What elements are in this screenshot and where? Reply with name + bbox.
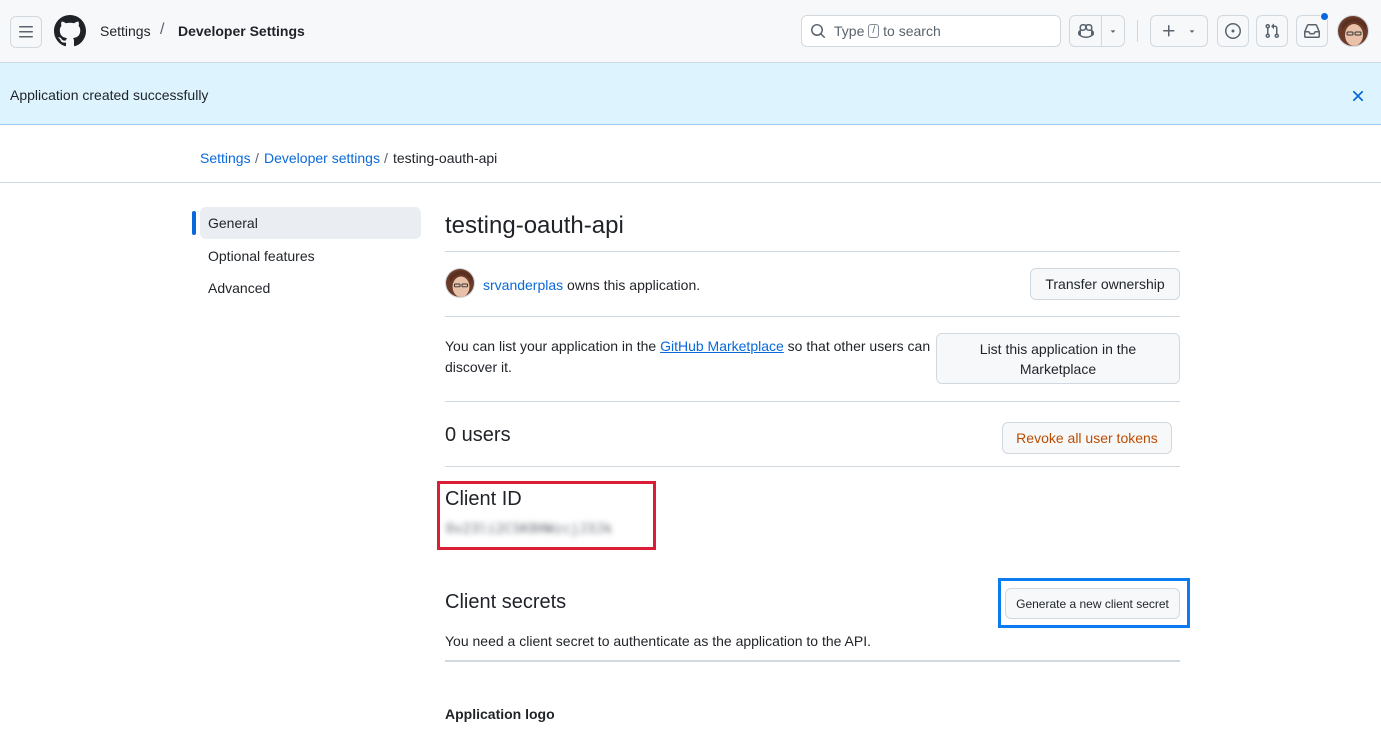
x-icon[interactable] <box>1349 87 1367 105</box>
page-title: testing-oauth-api <box>445 212 624 239</box>
search-placeholder-suffix: to search <box>883 23 941 39</box>
flash-message: Application created successfully <box>10 87 209 103</box>
sidebar-item-general[interactable]: General <box>200 207 421 239</box>
issues-icon <box>1225 23 1241 39</box>
avatar[interactable] <box>1337 15 1369 47</box>
marketplace-link[interactable]: GitHub Marketplace <box>660 338 784 354</box>
client-secrets-description: You need a client secret to authenticate… <box>445 633 872 649</box>
plus-icon <box>1163 25 1175 37</box>
sidebar-item-advanced[interactable]: Advanced <box>200 272 421 304</box>
divider <box>445 316 1180 317</box>
chevron-down-icon <box>1189 30 1195 33</box>
owner-link[interactable]: srvanderplas <box>483 277 563 293</box>
search-placeholder-prefix: Type <box>834 23 865 39</box>
github-logo[interactable] <box>54 15 86 47</box>
header-breadcrumb-separator: / <box>160 21 165 38</box>
menu-button[interactable] <box>10 16 42 48</box>
header-breadcrumb-current[interactable]: Developer Settings <box>178 23 305 39</box>
notification-indicator <box>1320 12 1329 21</box>
header-divider <box>1137 20 1138 42</box>
pull-request-icon <box>1265 23 1280 39</box>
copilot-button[interactable] <box>1070 16 1103 46</box>
owner-avatar-image <box>446 269 474 297</box>
create-new-button[interactable] <box>1150 15 1208 47</box>
sidebar-item-label: General <box>208 215 258 231</box>
user-avatar-image <box>1338 16 1368 46</box>
flash-banner: Application created successfully <box>0 63 1381 125</box>
chevron-down-icon <box>1110 30 1116 33</box>
owner-avatar[interactable] <box>445 268 475 298</box>
sidebar-active-marker <box>192 211 196 235</box>
client-secrets-title: Client secrets <box>445 591 567 613</box>
breadcrumb-developer-settings[interactable]: Developer settings <box>264 150 380 166</box>
highlight-box-generate-secret <box>998 578 1190 628</box>
inbox-icon <box>1304 24 1320 38</box>
breadcrumb-current: testing-oauth-api <box>393 150 498 166</box>
transfer-ownership-button[interactable]: Transfer ownership <box>1030 268 1180 300</box>
issues-button[interactable] <box>1217 15 1249 47</box>
sidebar-item-label: Advanced <box>208 280 271 296</box>
highlight-box-client-id <box>437 481 656 550</box>
list-in-marketplace-button[interactable]: List this application in the Marketplace <box>936 333 1180 384</box>
users-count: 0 users <box>445 424 511 446</box>
divider <box>445 660 1180 662</box>
menu-icon <box>19 26 33 38</box>
owner-suffix: owns this application. <box>563 277 701 293</box>
breadcrumb-separator: / <box>255 150 259 166</box>
copilot-button-group <box>1069 15 1125 47</box>
revoke-tokens-button[interactable]: Revoke all user tokens <box>1002 422 1172 454</box>
copilot-icon <box>1077 23 1094 39</box>
divider <box>445 251 1180 252</box>
breadcrumb-settings[interactable]: Settings <box>200 150 251 166</box>
marketplace-prefix: You can list your application in the <box>445 338 661 354</box>
top-header: Settings / Developer Settings Type / to … <box>0 0 1381 63</box>
breadcrumb-separator: / <box>384 150 388 166</box>
pull-requests-button[interactable] <box>1256 15 1288 47</box>
marketplace-description: You can list your application in the Git… <box>445 336 935 378</box>
search-icon <box>811 24 826 39</box>
header-breadcrumb-settings[interactable]: Settings <box>100 23 151 39</box>
application-logo-label: Application logo <box>445 706 555 722</box>
divider <box>445 466 1180 467</box>
sidebar-item-label: Optional features <box>208 248 315 264</box>
sidebar-item-optional-features[interactable]: Optional features <box>200 240 421 272</box>
divider <box>445 401 1180 402</box>
owner-line: srvanderplas owns this application. <box>483 277 700 293</box>
search-shortcut-key: / <box>868 24 880 38</box>
copilot-menu-button[interactable] <box>1102 16 1124 46</box>
search-input[interactable]: Type / to search <box>801 15 1061 47</box>
